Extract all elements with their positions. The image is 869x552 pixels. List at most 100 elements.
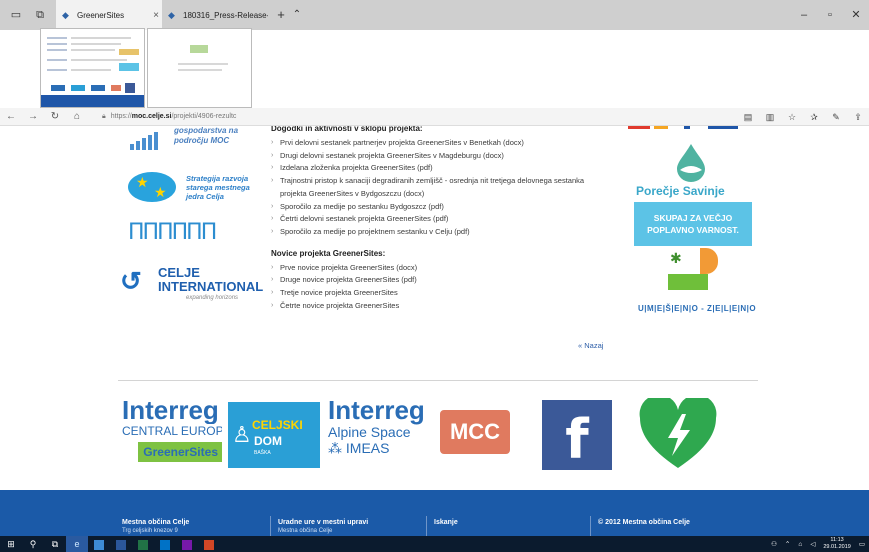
forward-icon[interactable]: → <box>22 111 44 122</box>
reading-view-icon[interactable]: ▤ <box>737 112 759 123</box>
minimize-icon[interactable]: – <box>791 0 817 30</box>
strategija-logo[interactable]: ★ ★ Strategija razvoja starega mestnega … <box>124 170 254 260</box>
volume-icon[interactable]: ◁ <box>810 540 815 548</box>
facebook-icon[interactable]: f <box>542 400 612 471</box>
chevron-right-icon: › <box>271 215 274 223</box>
news-link[interactable]: › Četrte novice projekta GreenerSites <box>271 300 621 313</box>
chevron-right-icon: › <box>271 263 274 271</box>
back-link[interactable]: « Nazaj <box>578 341 603 350</box>
refresh-icon[interactable]: ↻ <box>44 111 66 122</box>
footer-title: Iskanje <box>434 519 458 526</box>
chevron-right-icon: › <box>271 164 274 172</box>
event-link-continuation[interactable]: projekta GreenerSites v Bydgoszczu (docx… <box>271 188 621 201</box>
news-link[interactable]: › Tretje novice projekta GreenerSites <box>271 287 621 300</box>
flag-strip <box>628 126 758 130</box>
event-link[interactable]: › Izdelana zloženka projekta GreenerSites… <box>271 162 621 175</box>
footer-col-search[interactable]: Iskanje <box>434 518 458 527</box>
event-link[interactable]: › Prvi delovni sestanek partnerjev projek… <box>271 137 621 150</box>
tab-press-release[interactable]: ◆ 180316_Press-Release-Petr <box>162 0 268 30</box>
back-icon[interactable]: ← <box>0 111 22 122</box>
tab-preview-icon[interactable]: ⧉ <box>32 7 48 23</box>
chevron-right-icon: › <box>271 276 274 284</box>
mcc-logo[interactable]: MCC <box>440 410 510 454</box>
logo-text: INTERNATIONAL <box>158 279 264 294</box>
close-window-icon[interactable]: ✕ <box>843 0 869 30</box>
heart-defibrillator-icon[interactable] <box>638 394 718 470</box>
search-icon[interactable]: ⚲ <box>22 536 44 552</box>
tab-greenersites[interactable]: ◆ GreenerSites × <box>56 0 162 30</box>
people-icon[interactable]: ⚇ <box>771 540 777 548</box>
footer-separator <box>426 516 427 536</box>
interreg-central-europe-logo[interactable]: Interreg CENTRAL EUROPE GreenerSites <box>122 396 222 476</box>
gospodarstvo-logo[interactable]: gospodarstva na področju MOC <box>130 126 250 156</box>
event-link[interactable]: › Sporočilo za medije po projektnem sesta… <box>271 226 621 239</box>
tab-overflow-button[interactable]: ⌃ <box>290 0 304 30</box>
footer-title: Mestna občina Celje <box>122 519 190 526</box>
footer-separator <box>270 516 271 536</box>
main-column: Dogodki in aktivnosti v sklopu projekta:… <box>271 126 621 312</box>
tab-actions-icon[interactable]: ▭ <box>8 7 24 23</box>
clock-time: 11:13 <box>830 537 844 543</box>
event-link[interactable]: › Drugi delovni sestanek projekta Greener… <box>271 150 621 163</box>
event-link[interactable]: › Sporočilo za medije po sestanku Bydgosz… <box>271 201 621 214</box>
clock-date: 29.01.2019 <box>823 544 851 550</box>
chevron-right-icon: › <box>271 289 274 297</box>
word-app-icon[interactable] <box>110 536 132 552</box>
tray-chevron-icon[interactable]: ⌃ <box>785 540 790 548</box>
system-tray: ⚇ ⌃ ⌂ ◁ 11:13 29.01.2019 ▭ <box>767 536 869 552</box>
celjski-dom-logo[interactable]: ♙ CELJSKI DOM BAŠKA <box>228 402 320 468</box>
favorites-icon[interactable]: ✰ <box>803 112 825 123</box>
clock[interactable]: 11:13 29.01.2019 <box>823 537 851 551</box>
tab-preview-press-release[interactable] <box>147 28 252 108</box>
bars-icon <box>130 132 158 150</box>
logo-text: Strategija razvoja <box>186 174 249 183</box>
url-field[interactable]: 🔒︎ https://moc.celje.si/projekti/4906-re… <box>102 113 236 121</box>
chevron-right-icon: › <box>271 151 274 159</box>
logo-text: Alpine Space <box>328 424 411 440</box>
onenote-app-icon[interactable] <box>176 536 198 552</box>
edge-browser-icon[interactable]: e <box>66 536 88 552</box>
outlook-app-icon[interactable] <box>154 536 176 552</box>
news-link[interactable]: › Druge novice projekta GreenerSites (pdf… <box>271 274 621 287</box>
notifications-icon[interactable]: ▭ <box>859 540 865 548</box>
event-link[interactable]: › Trajnostni pristop k sanaciji degradira… <box>271 175 621 188</box>
logo-text: DOM <box>254 434 282 448</box>
logo-text: CENTRAL EUROPE <box>122 424 222 438</box>
new-tab-button[interactable]: + <box>272 0 290 30</box>
ozelenjeno-logo-text[interactable]: U|M|E|Š|E|N|O - Z|E|L|E|N|O <box>638 304 756 313</box>
maximize-icon[interactable]: ▫ <box>817 0 843 30</box>
home-icon[interactable]: ⌂ <box>66 111 88 122</box>
celje-international-logo[interactable]: ↺ CELJE INTERNATIONAL expanding horizons <box>118 266 263 306</box>
porecje-savinje-logo[interactable]: Porečje Savinje <box>636 184 725 198</box>
star-icon: ★ <box>154 184 167 200</box>
logo-badge: GreenerSites <box>138 442 222 462</box>
footer-col-address: Mestna občina Celje Trg celjskih knezov … <box>122 518 189 536</box>
excel-app-icon[interactable] <box>132 536 154 552</box>
page-content: gospodarstva na področju MOC ★ ★ Strateg… <box>0 126 869 490</box>
start-icon[interactable]: ⊞ <box>0 536 22 552</box>
star-icon: ★ <box>136 174 149 190</box>
tab-close-icon[interactable]: × <box>150 10 162 21</box>
footer-sub: Mestna občina Celje <box>278 528 333 534</box>
pen-icon[interactable]: ✎ <box>825 112 847 123</box>
share-icon[interactable]: ⇪ <box>847 112 869 123</box>
swoosh-icon: ↺ <box>120 266 142 296</box>
interreg-alpine-space-logo[interactable]: Interreg Alpine Space ⁂ IMEAS <box>328 396 424 476</box>
event-link[interactable]: › Četrti delovni sestanek projekta Greene… <box>271 213 621 226</box>
news-link[interactable]: › Prve novice projekta GreenerSites (docx… <box>271 262 621 275</box>
toolbar-right: ▤ ▥ ☆ ✰ ✎ ⇪ <box>737 108 869 126</box>
grass-icon <box>668 274 708 290</box>
person-icon: ♙ <box>232 422 252 447</box>
ozelenjeno-logo-graphic[interactable]: ✱ <box>658 246 718 296</box>
powerpoint-app-icon[interactable] <box>198 536 220 552</box>
network-icon[interactable]: ⌂ <box>798 541 802 548</box>
book-icon[interactable]: ▥ <box>759 112 781 123</box>
tab-preview-greenersites[interactable] <box>40 28 145 108</box>
favorite-star-icon[interactable]: ☆ <box>781 112 803 123</box>
poplavna-varnost-banner[interactable]: SKUPAJ ZA VEČJO POPLAVNO VARNOST. <box>634 202 752 246</box>
task-view-icon[interactable]: ⧉ <box>44 536 66 552</box>
footer-sub: Trg celjskih knezov 9 <box>122 528 178 534</box>
store-app-icon[interactable] <box>88 536 110 552</box>
imeas-icon: ⁂ <box>328 440 346 456</box>
screen: ▭ ⧉ ◆ GreenerSites × ◆ 180316_Press-Rele… <box>0 0 869 552</box>
